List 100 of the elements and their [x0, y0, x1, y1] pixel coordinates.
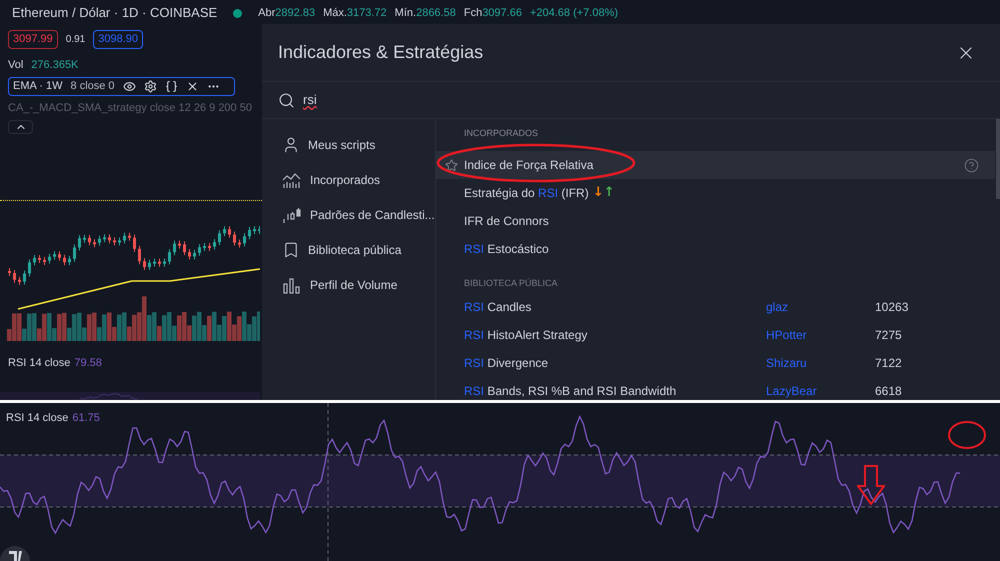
search-icon — [278, 92, 295, 108]
eye-icon[interactable] — [122, 80, 136, 93]
candle — [208, 242, 211, 252]
script-item[interactable]: RSI HistoAlert Strategy HPotter 7275 — [436, 321, 995, 349]
candle — [78, 234, 81, 251]
rsi-line — [80, 392, 138, 399]
candle — [253, 226, 256, 235]
candle — [213, 238, 216, 250]
ohlc-value: 2866.58 — [416, 6, 456, 21]
category-item[interactable]: Perfil de Volume — [262, 267, 435, 302]
category-item[interactable]: Padrões de Candlesti... — [262, 197, 435, 232]
annotation-arrow — [857, 465, 885, 505]
rsi-label: RSI 14 close — [8, 356, 70, 371]
spread-value: 0.91 — [66, 32, 86, 47]
category-item[interactable]: Biblioteca pública — [262, 232, 435, 267]
candle — [63, 254, 66, 266]
ema-legend[interactable]: EMA · 1W 8 close 0 — [8, 77, 235, 96]
ema-name: EMA · 1W — [13, 79, 63, 94]
candle — [98, 235, 101, 246]
candle — [123, 232, 126, 244]
candle — [53, 250, 56, 260]
candle — [13, 270, 16, 284]
signal-arrows: ↓↑ — [592, 184, 615, 202]
category-item[interactable]: Incorporados — [262, 162, 435, 197]
script-item[interactable]: RSI Divergence Shizaru 7122 — [436, 349, 995, 377]
candle — [153, 258, 156, 268]
script-item[interactable]: RSI Bands, RSI %B and RSI Bandwidth LazyBear 6618 — [436, 377, 995, 405]
candle — [138, 245, 141, 265]
logo-icon — [0, 543, 30, 561]
candle — [8, 268, 11, 276]
buy-price[interactable]: 3098.90 — [93, 30, 143, 48]
candle — [183, 240, 186, 256]
search-field[interactable]: rsi — [262, 82, 1000, 119]
chart-icon — [282, 170, 302, 188]
rsi-value: 79.58 — [74, 356, 102, 371]
candle — [148, 259, 151, 271]
candle — [118, 236, 121, 246]
candle — [188, 248, 191, 260]
dialog-title: Indicadores & Estratégias — [278, 41, 484, 64]
candle — [133, 234, 136, 252]
candle — [73, 244, 76, 262]
candle — [218, 230, 221, 246]
candle — [43, 256, 46, 266]
candles-icon — [282, 206, 302, 224]
candle — [228, 226, 231, 238]
candle — [88, 234, 91, 246]
ohlc-value: 3097.66 — [482, 6, 522, 21]
candle — [108, 234, 111, 244]
ohlc-label: Mín. — [394, 6, 416, 21]
help-icon[interactable] — [964, 158, 979, 172]
ohlc-label: Máx. — [323, 6, 347, 21]
section-heading: INCORPORADOS — [464, 126, 538, 140]
candle — [23, 270, 26, 286]
candle — [38, 254, 41, 264]
candle — [223, 226, 226, 237]
scrollbar[interactable] — [996, 119, 1000, 199]
candle — [93, 238, 96, 248]
candle — [128, 232, 131, 242]
ohlc-label: Fch — [464, 6, 482, 21]
candle — [48, 253, 51, 264]
braces-icon[interactable] — [164, 80, 178, 93]
candle — [243, 232, 246, 247]
candle — [103, 234, 106, 243]
candle — [68, 255, 71, 266]
close-icon[interactable] — [186, 80, 199, 93]
candle — [238, 239, 241, 248]
candle — [198, 244, 201, 256]
script-item[interactable]: RSI Candles glaz 10263 — [436, 293, 995, 321]
indicator-item[interactable]: IFR de Connors — [436, 207, 995, 235]
symbol-title: Ethereum / Dólar · 1D · COINBASE — [12, 4, 218, 22]
rsi-value: 61.75 — [72, 411, 100, 426]
candle — [113, 236, 116, 246]
strategy-legend: CA_-_MACD_SMA_strategy close 12 26 9 200 50 — [8, 100, 254, 116]
indicator-item[interactable]: RSI Estocástico — [436, 235, 995, 263]
volume-label: Vol — [8, 58, 24, 72]
collapse-button[interactable] — [8, 120, 33, 134]
rsi-label: RSI 14 close — [6, 411, 68, 426]
indicator-item[interactable]: Indice de Força Relativa — [436, 151, 995, 179]
candle — [163, 258, 166, 268]
candle — [143, 258, 146, 271]
volume-value: 276.365K — [31, 58, 78, 72]
indicator-item[interactable]: Estratégia do RSI (IFR) ↓↑ — [436, 179, 995, 207]
candle — [248, 226, 251, 240]
sell-price[interactable]: 3097.99 — [8, 30, 58, 48]
candle — [168, 248, 171, 266]
candle — [173, 240, 176, 256]
section-heading: BIBLIOTECA PÚBLICA — [464, 276, 558, 290]
annotation-circle — [947, 420, 987, 450]
ohlc-value: 2892.83 — [275, 6, 316, 21]
price-change: +204.68 (+7.08%) — [530, 6, 618, 21]
candle — [83, 234, 86, 244]
candle — [233, 231, 236, 246]
candle — [203, 242, 206, 252]
candle — [33, 254, 36, 266]
ohlc-value: 3173.72 — [346, 6, 387, 21]
category-item[interactable]: Meus scripts — [262, 127, 435, 162]
volume-profile-icon — [282, 276, 302, 294]
candle — [18, 276, 21, 286]
settings-icon[interactable] — [144, 80, 157, 93]
star-icon[interactable] — [445, 158, 458, 172]
